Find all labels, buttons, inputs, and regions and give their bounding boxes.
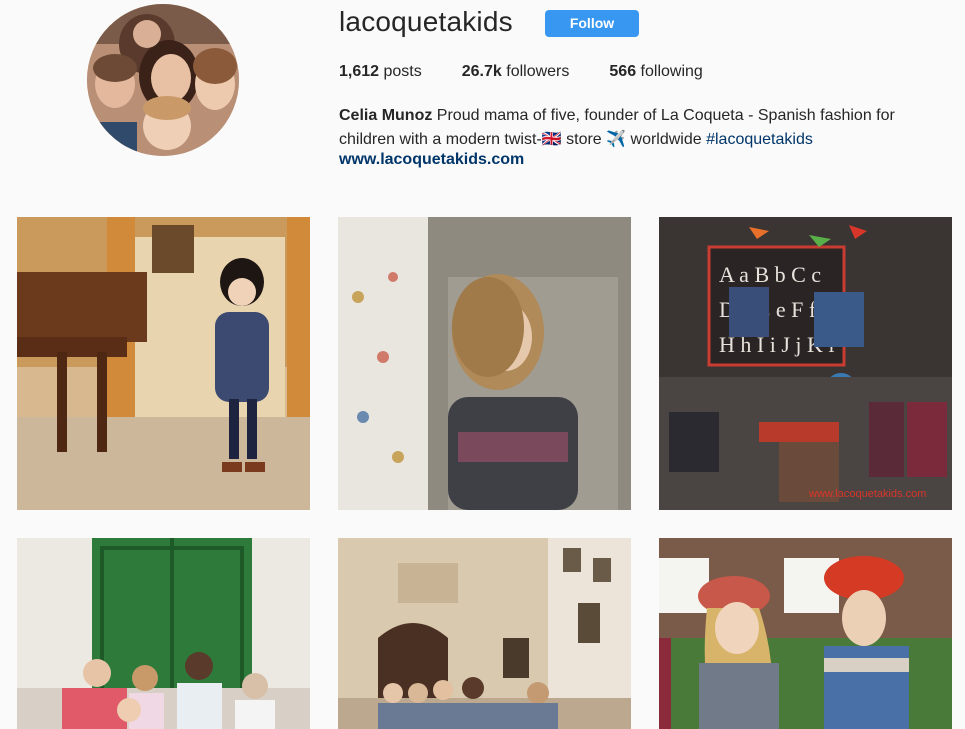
stat-posts: 1,612 posts: [339, 63, 422, 81]
post-tile-6[interactable]: [659, 538, 952, 729]
stat-following-value: 566: [609, 63, 637, 80]
post-tile-3[interactable]: A a B b C c D d E e F f G H h I i J j K …: [659, 217, 952, 510]
post-image-children-berets: [659, 538, 952, 729]
bio-hashtag-link[interactable]: #lacoquetakids: [706, 131, 813, 148]
post-tile-4[interactable]: [17, 538, 310, 729]
profile-stats: 1,612 posts 26.7k followers 566 followin…: [339, 63, 743, 81]
post-tile-1[interactable]: [17, 217, 310, 510]
bio-name: Celia Munoz: [339, 107, 433, 124]
uk-flag-icon: 🇬🇧: [541, 131, 562, 148]
stat-followers-label: followers: [506, 63, 570, 80]
stat-followers-value: 26.7k: [461, 63, 502, 80]
post-tile-5[interactable]: [338, 538, 631, 729]
post-image-girl-by-piano: [17, 217, 310, 510]
avatar-photo: [87, 4, 239, 156]
profile-website-link[interactable]: www.lacoquetakids.com: [339, 151, 524, 169]
stat-posts-label: posts: [383, 63, 422, 80]
post-tile-2[interactable]: [338, 217, 631, 510]
profile-avatar[interactable]: [87, 4, 239, 156]
follow-button[interactable]: Follow: [545, 10, 639, 37]
post-3-caption: www.lacoquetakids.com: [808, 488, 926, 500]
post-image-children-green-door: [17, 538, 310, 729]
post-image-shop-window: A a B b C c D d E e F f G H h I i J j K …: [659, 217, 952, 510]
stat-following[interactable]: 566 following: [609, 63, 702, 81]
bio-text-2: store: [561, 131, 607, 148]
stat-posts-value: 1,612: [339, 63, 380, 80]
stat-following-label: following: [640, 63, 703, 80]
airplane-icon: ✈️: [606, 131, 627, 148]
post-image-girl-smocked-dress: [338, 217, 631, 510]
bio-text-3: worldwide: [626, 131, 707, 148]
svg-text:A a B b C c: A a B b C c: [719, 262, 821, 287]
profile-username: lacoquetakids: [339, 6, 513, 37]
post-image-children-stone-building: [338, 538, 631, 729]
stat-followers[interactable]: 26.7k followers: [462, 63, 570, 81]
profile-bio: Celia Munoz Proud mama of five, founder …: [339, 104, 929, 152]
